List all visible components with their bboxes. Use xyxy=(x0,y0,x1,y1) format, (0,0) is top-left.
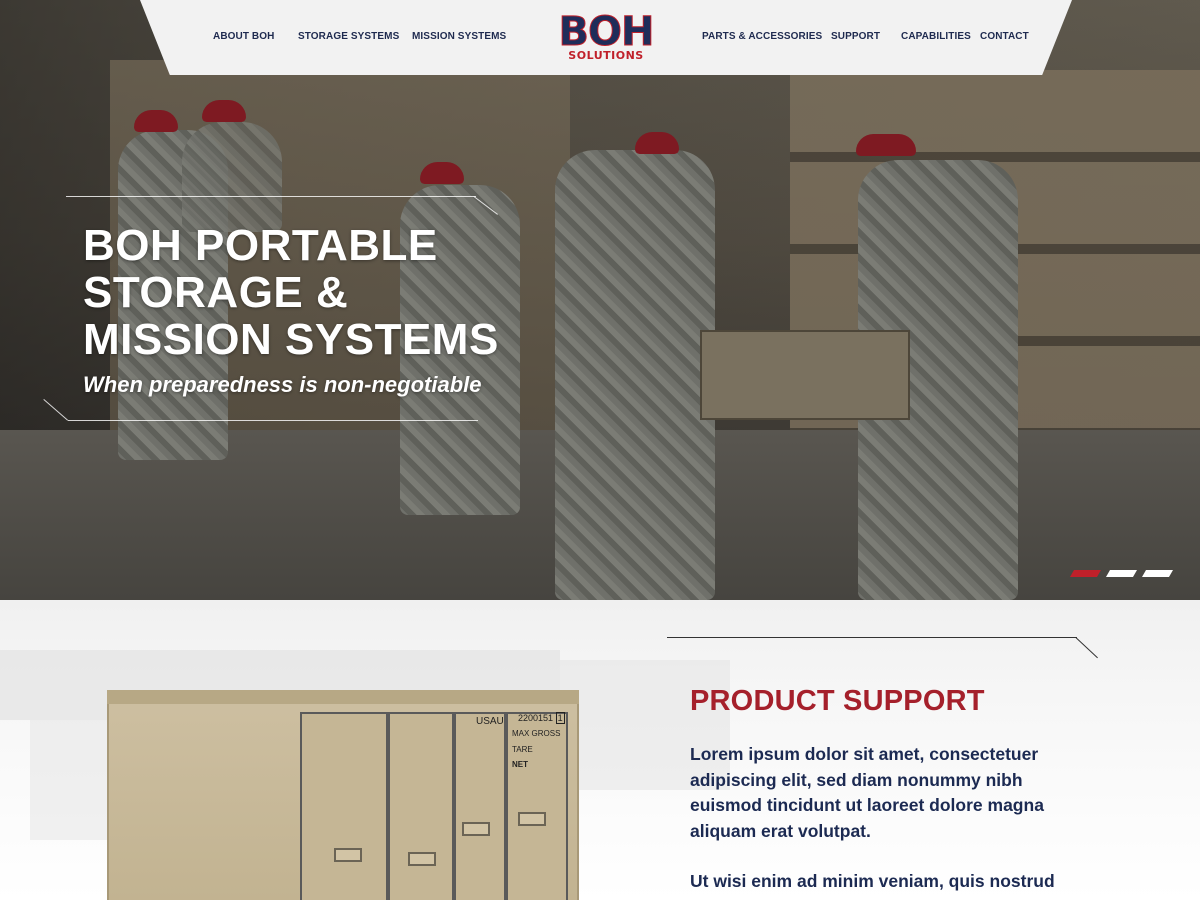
soldier-beret xyxy=(635,132,679,154)
section-body: Lorem ipsum dolor sit amet, consectetuer… xyxy=(690,742,1070,900)
hero-divider-top xyxy=(66,196,476,197)
soldier-beret xyxy=(856,134,916,156)
container-check-digit: 1 xyxy=(555,712,565,724)
hero-title-line: BOH PORTABLE xyxy=(83,221,438,270)
hero-title-line: MISSION SYSTEMS xyxy=(83,315,499,364)
hero-banner: BOH PORTABLE STORAGE & MISSION SYSTEMS W… xyxy=(0,0,1200,600)
container-door xyxy=(454,712,506,900)
nav-support[interactable]: SUPPORT xyxy=(831,31,880,42)
section-paragraph: Lorem ipsum dolor sit amet, consectetuer… xyxy=(690,744,1044,841)
hero-divider-bottom xyxy=(68,420,478,421)
soldier-beret xyxy=(202,100,246,122)
section-divider xyxy=(667,637,1077,638)
nav-parts-accessories[interactable]: PARTS & ACCESSORIES xyxy=(702,31,822,42)
open-drawer-image xyxy=(700,330,910,420)
hero-title-line: STORAGE & xyxy=(83,268,349,317)
nav-storage-systems[interactable]: STORAGE SYSTEMS xyxy=(298,31,399,42)
hero-tagline: When preparedness is non-negotiable xyxy=(83,372,482,397)
soldier-beret xyxy=(420,162,464,184)
nav-mission-systems[interactable]: MISSION SYSTEMS xyxy=(412,31,506,42)
container-marking-net: NET xyxy=(512,760,528,769)
door-handle xyxy=(334,848,362,862)
section-paragraph: Ut wisi enim ad minim veniam, quis nostr… xyxy=(690,871,1055,900)
logo-wordmark: BOH xyxy=(558,9,655,55)
container-marking-max-gross: MAX GROSS xyxy=(512,729,561,738)
door-handle xyxy=(518,812,546,826)
soldier-figure xyxy=(555,150,715,600)
container-marking-tare: TARE xyxy=(512,745,533,754)
slider-dot-3[interactable] xyxy=(1141,570,1174,577)
hero-title: BOH PORTABLE STORAGE & MISSION SYSTEMS xyxy=(83,222,523,363)
nav-contact[interactable]: CONTACT xyxy=(980,31,1029,42)
slider-dot-2[interactable] xyxy=(1105,570,1138,577)
door-handle xyxy=(462,822,490,836)
boh-logo[interactable]: BOH SOLUTIONS xyxy=(542,9,670,64)
logo-subtitle: SOLUTIONS xyxy=(568,49,644,62)
section-title: PRODUCT SUPPORT xyxy=(690,685,985,717)
container-marking-serial: 2200151 1 xyxy=(518,712,565,724)
slider-dot-1[interactable] xyxy=(1069,570,1102,577)
container-door xyxy=(506,712,568,900)
soldier-figure xyxy=(182,122,282,232)
hero-divider-bottom-slant xyxy=(43,399,69,421)
container-door xyxy=(388,712,454,900)
container-serial-number: 2200151 xyxy=(518,713,554,723)
container-top-rail xyxy=(107,690,579,704)
door-handle xyxy=(408,852,436,866)
container-marking-usau: USAU xyxy=(476,716,504,727)
nav-about-boh[interactable]: ABOUT BOH xyxy=(213,31,274,42)
nav-capabilities[interactable]: CAPABILITIES xyxy=(901,31,971,42)
container-door xyxy=(300,712,388,900)
soldier-beret xyxy=(134,110,178,132)
